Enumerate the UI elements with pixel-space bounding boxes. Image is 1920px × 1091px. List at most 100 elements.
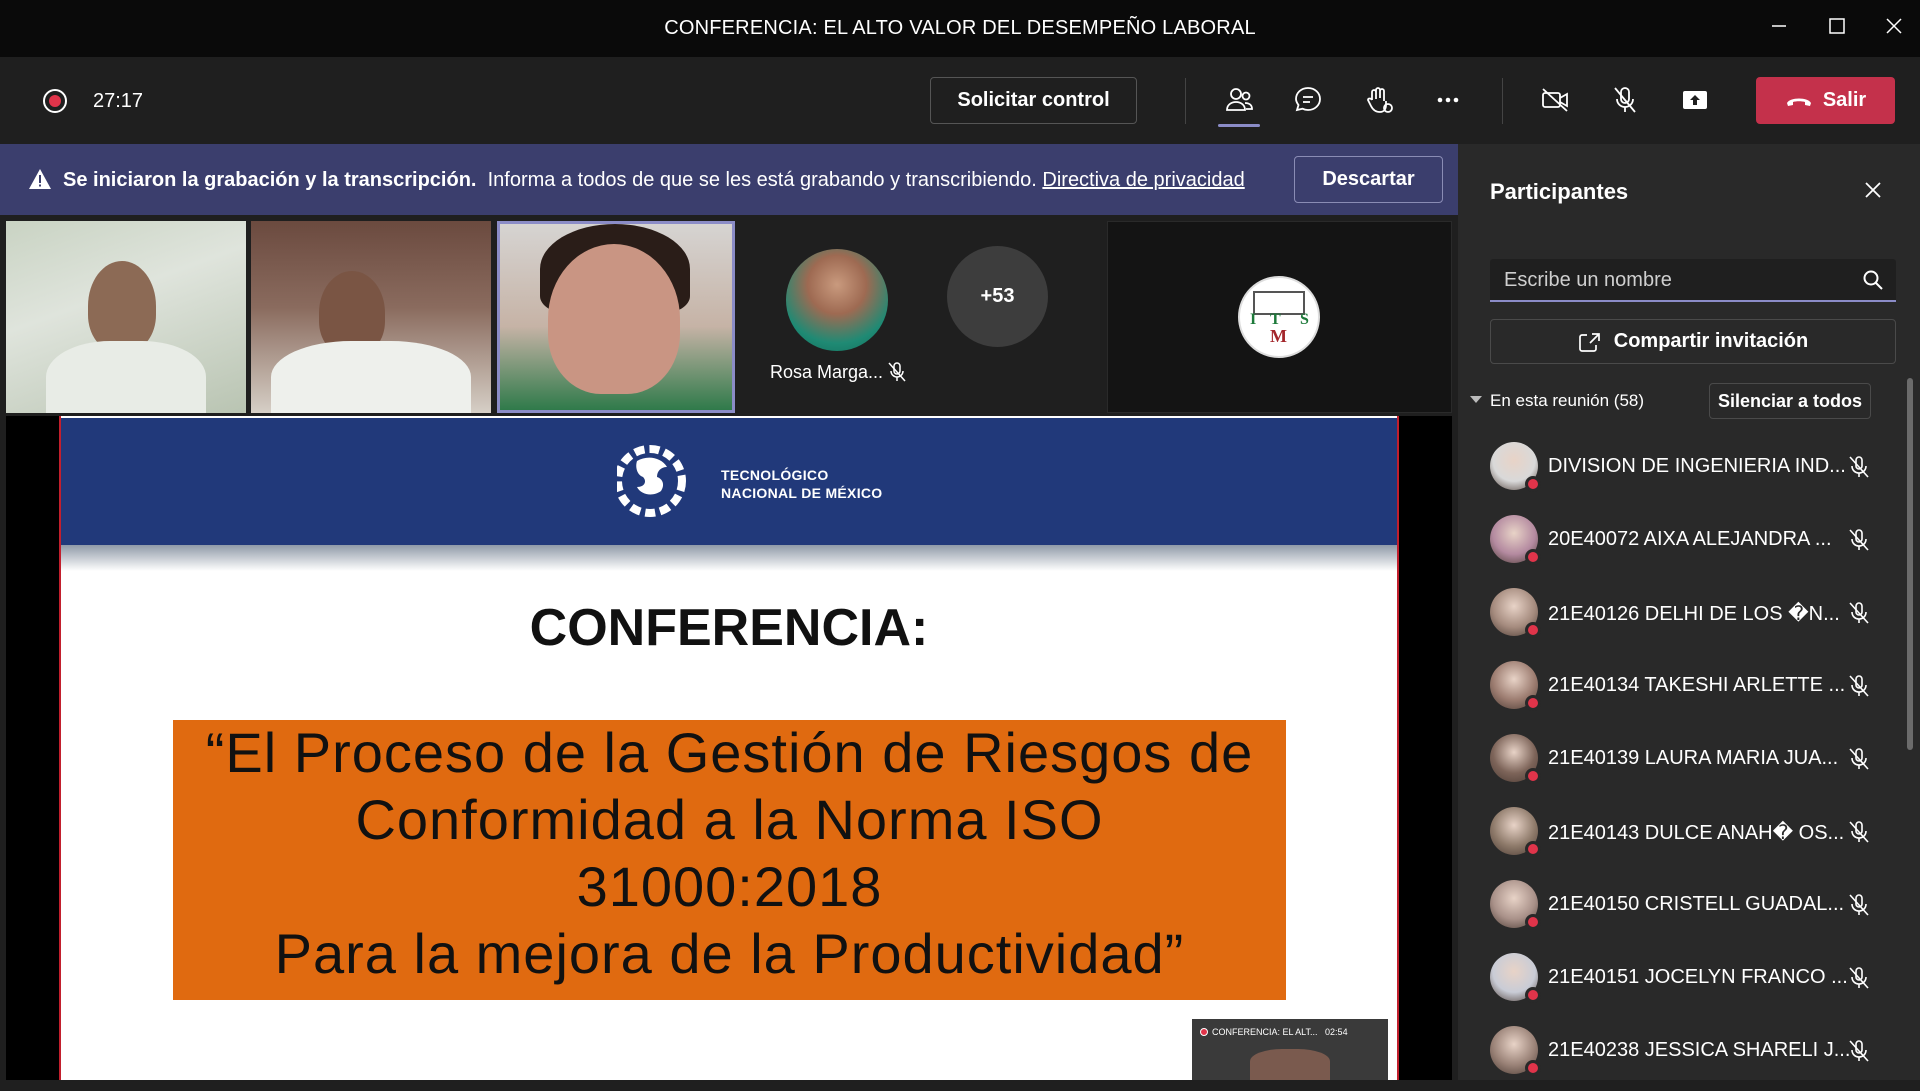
hang-up-icon (1786, 98, 1811, 106)
search-box (1490, 259, 1896, 302)
banner-message: Informa a todos de que se les está graba… (487, 169, 1037, 191)
recording-status-icon (1525, 1060, 1541, 1076)
more-icon[interactable] (1428, 82, 1468, 118)
active-speaker-tile[interactable] (497, 221, 735, 413)
banner-text: Se iniciaron la grabación y la transcrip… (63, 169, 1245, 192)
participant-row[interactable]: 21E40143 DULCE ANAH� OS... (1480, 799, 1900, 872)
participant-name: DIVISION DE INGENIERIA IND... (1548, 455, 1846, 477)
institution-logo: I T S M (1238, 276, 1320, 358)
avatar (1490, 588, 1541, 638)
search-input[interactable] (1504, 267, 1844, 293)
participant-row[interactable]: 21E40238 JESSICA SHARELI J... (1480, 1018, 1900, 1091)
participant-row[interactable]: 21E40139 LAURA MARIA JUA... (1480, 726, 1900, 799)
close-panel-icon[interactable] (1859, 176, 1887, 204)
participant-name: 21E40238 JESSICA SHARELI J... (1548, 1039, 1851, 1061)
participant-row[interactable]: 21E40126 DELHI DE LOS �N... (1480, 580, 1900, 653)
mic-off-icon[interactable] (1846, 892, 1872, 918)
share-screen-icon[interactable] (1675, 82, 1715, 118)
avatar (1490, 442, 1541, 492)
chat-icon[interactable] (1288, 82, 1328, 118)
search-icon[interactable] (1862, 269, 1884, 291)
maximize-icon[interactable] (1822, 14, 1852, 42)
mic-off-icon[interactable] (1846, 673, 1872, 699)
mic-off-icon[interactable] (1846, 454, 1872, 480)
participant-video (88, 261, 156, 351)
share-invite-button[interactable]: Compartir invitación (1490, 319, 1896, 364)
camera-off-icon[interactable] (1535, 82, 1575, 118)
request-control-button[interactable]: Solicitar control (930, 77, 1137, 124)
recording-status-icon (1525, 549, 1541, 565)
participant-row[interactable]: DIVISION DE INGENIERIA IND... (1480, 434, 1900, 507)
participant-list: DIVISION DE INGENIERIA IND... 20E40072 AI… (1480, 434, 1900, 1091)
tecnm-logo (617, 445, 686, 517)
svg-text:S: S (1300, 311, 1309, 328)
mini-preview-caption: CONFERENCIA: EL ALT... 02:54 (1200, 1027, 1348, 1037)
mini-preview-time: 02:54 (1325, 1027, 1348, 1037)
participant-name: 21E40150 CRISTELL GUADAL... (1548, 893, 1845, 915)
window-title: CONFERENCIA: EL ALTO VALOR DEL DESEMPEÑO… (664, 17, 1256, 39)
warning-icon (29, 169, 51, 189)
mic-off-icon[interactable] (1846, 1038, 1872, 1064)
institution-line-2: NACIONAL DE MÉXICO (721, 485, 883, 501)
toolbar-divider (1502, 78, 1503, 124)
mini-preview-title: CONFERENCIA: EL ALT... (1212, 1027, 1318, 1037)
slide-header: TECNOLÓGICO NACIONAL DE MÉXICO (61, 418, 1397, 545)
avatar (1490, 880, 1541, 930)
dismiss-button[interactable]: Descartar (1294, 156, 1443, 203)
svg-text:I: I (1250, 311, 1256, 328)
mic-off-icon[interactable] (1605, 82, 1645, 118)
participant-row[interactable]: 20E40072 AIXA ALEJANDRA ... (1480, 507, 1900, 580)
slide-title-box: “El Proceso de la Gestión de Riesgos de … (173, 720, 1286, 1000)
participant-row[interactable]: 21E40151 JOCELYN FRANCO ... (1480, 945, 1900, 1018)
participant-name: 20E40072 AIXA ALEJANDRA ... (1548, 528, 1832, 550)
mic-off-icon[interactable] (1846, 746, 1872, 772)
close-icon[interactable] (1879, 14, 1909, 42)
institution-name: TECNOLÓGICO NACIONAL DE MÉXICO (721, 466, 883, 502)
participant-name: 21E40151 JOCELYN FRANCO ... (1548, 966, 1848, 988)
mic-off-icon[interactable] (1846, 965, 1872, 991)
scrollbar[interactable] (1907, 378, 1913, 750)
in-meeting-group-label[interactable]: En esta reunión (58) (1490, 391, 1644, 411)
people-icon[interactable] (1219, 82, 1259, 118)
participant-name: 21E40139 LAURA MARIA JUA... (1548, 747, 1839, 769)
participant-row[interactable]: 21E40150 CRISTELL GUADAL... (1480, 872, 1900, 945)
self-view-preview[interactable]: CONFERENCIA: EL ALT... 02:54 (1192, 1019, 1388, 1080)
mic-off-icon[interactable] (1846, 819, 1872, 845)
chevron-down-icon[interactable] (1470, 396, 1482, 403)
recording-status-icon (1525, 695, 1541, 711)
mic-off-icon[interactable] (1846, 527, 1872, 553)
participant-name: 21E40143 DULCE ANAH� OS... (1548, 822, 1845, 844)
avatar (1490, 807, 1541, 857)
participant-video (46, 341, 206, 413)
overflow-participants-count[interactable]: +53 (947, 246, 1048, 347)
recording-banner: Se iniciaron la grabación y la transcrip… (0, 144, 1458, 215)
participant-video (271, 341, 471, 413)
video-tile[interactable] (6, 221, 246, 413)
participant-row[interactable]: 21E40134 TAKESHI ARLETTE ... (1480, 653, 1900, 726)
leave-button[interactable]: Salir (1756, 77, 1895, 124)
recording-status-icon (1525, 768, 1541, 784)
avatar (1490, 661, 1541, 711)
participant-name: Rosa Marga... (770, 362, 884, 382)
window-titlebar: CONFERENCIA: EL ALTO VALOR DEL DESEMPEÑO… (0, 0, 1920, 57)
participant-video (548, 244, 680, 394)
avatar (1490, 1026, 1541, 1076)
recording-status-icon (1525, 914, 1541, 930)
video-tile[interactable] (251, 221, 491, 413)
mute-all-button[interactable]: Silenciar a todos (1709, 383, 1871, 419)
mic-off-icon[interactable] (1846, 600, 1872, 626)
minimize-icon[interactable] (1764, 14, 1794, 42)
slide-title-line: Conformidad a la Norma ISO (355, 788, 1104, 851)
avatar[interactable] (786, 249, 888, 351)
panel-title: Participantes (1490, 179, 1629, 204)
banner-bold-text: Se iniciaron la grabación y la transcrip… (63, 169, 477, 191)
privacy-policy-link[interactable]: Directiva de privacidad (1042, 169, 1244, 191)
people-active-indicator (1218, 124, 1260, 127)
share-invite-label: Compartir invitación (1613, 330, 1809, 352)
participant-video (1250, 1049, 1330, 1080)
raise-hand-icon[interactable] (1358, 82, 1398, 118)
avatar (1490, 515, 1541, 565)
recording-status-icon (1525, 476, 1541, 492)
institution-line-1: TECNOLÓGICO (721, 467, 829, 483)
slide-title-line: Para la mejora de la Productividad” (274, 922, 1185, 985)
